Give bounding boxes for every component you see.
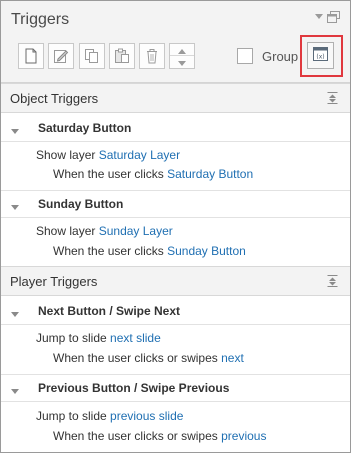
trigger-action-line[interactable]: Show layer Saturday Layer: [36, 148, 180, 162]
edit-trigger-button[interactable]: [48, 43, 74, 69]
when-actor: user: [107, 351, 132, 365]
when-actor: user: [107, 167, 132, 181]
when-text: When the: [53, 351, 105, 365]
trigger-group-next-button[interactable]: Next Button / Swipe Next: [1, 298, 350, 324]
collapse-all-icon[interactable]: [327, 275, 338, 290]
move-trigger-stepper[interactable]: [169, 43, 195, 69]
trigger-object-name: Previous Button / Swipe Previous: [38, 381, 230, 395]
section-object-triggers[interactable]: Object Triggers: [1, 83, 350, 113]
divider: [1, 141, 350, 142]
when-object-link[interactable]: previous: [221, 429, 266, 443]
trigger-condition-line[interactable]: When the user clicks Sunday Button: [53, 244, 246, 258]
action-target-link[interactable]: previous slide: [110, 409, 183, 423]
trigger-condition-line[interactable]: When the user clicks Saturday Button: [53, 167, 253, 181]
when-object-link[interactable]: Saturday Button: [167, 167, 253, 181]
triggers-header: Triggers Group (x): [1, 1, 350, 83]
divider: [1, 217, 350, 218]
trigger-condition-line[interactable]: When the user clicks or swipes previous: [53, 429, 266, 443]
group-label: Group: [262, 49, 299, 64]
when-actor: user: [107, 244, 132, 258]
divider: [1, 401, 350, 402]
edit-icon: [53, 48, 69, 64]
collapse-caret-icon[interactable]: [11, 384, 19, 398]
paste-icon: [114, 48, 130, 64]
copy-trigger-button[interactable]: [79, 43, 105, 69]
svg-text:(x): (x): [316, 54, 324, 61]
section-title: Object Triggers: [10, 91, 99, 106]
action-target-link[interactable]: next slide: [110, 331, 161, 345]
when-object-link[interactable]: Sunday Button: [167, 244, 246, 258]
manage-variables-button[interactable]: (x): [307, 42, 334, 69]
variables-icon: (x): [312, 46, 329, 65]
trigger-action-line[interactable]: Jump to slide previous slide: [36, 409, 183, 423]
trigger-object-name: Sunday Button: [38, 197, 124, 211]
action-text: Show layer: [36, 224, 96, 238]
when-object-link[interactable]: next: [221, 351, 244, 365]
action-text: Jump to slide: [36, 331, 107, 345]
trigger-action-line[interactable]: Show layer Sunday Layer: [36, 224, 173, 238]
panel-title: Triggers: [11, 11, 70, 28]
triggers-panel: Triggers Group (x) Object Triggers Satur…: [0, 0, 351, 453]
when-event: clicks or swipes: [134, 429, 218, 443]
trigger-group-sunday-button[interactable]: Sunday Button: [1, 191, 350, 217]
action-text: Show layer: [36, 148, 96, 162]
collapse-all-icon[interactable]: [327, 92, 338, 107]
chevron-down-icon: [178, 55, 186, 69]
trigger-condition-line[interactable]: When the user clicks or swipes next: [53, 351, 244, 365]
trash-icon: [145, 48, 159, 64]
action-target-link[interactable]: Saturday Layer: [99, 148, 180, 162]
when-event: clicks: [134, 167, 164, 181]
delete-trigger-button[interactable]: [139, 43, 165, 69]
trigger-action-line[interactable]: Jump to slide next slide: [36, 331, 161, 345]
when-text: When the: [53, 167, 105, 181]
when-event: clicks: [134, 244, 164, 258]
group-checkbox[interactable]: [237, 48, 253, 64]
trigger-object-name: Saturday Button: [38, 121, 132, 135]
collapse-caret-icon[interactable]: [11, 124, 19, 138]
when-text: When the: [53, 244, 105, 258]
section-title: Player Triggers: [10, 274, 98, 289]
when-actor: user: [107, 429, 132, 443]
collapse-caret-icon[interactable]: [11, 200, 19, 214]
section-player-triggers[interactable]: Player Triggers: [1, 266, 350, 296]
action-text: Jump to slide: [36, 409, 107, 423]
trigger-group-saturday-button[interactable]: Saturday Button: [1, 115, 350, 141]
move-down-button[interactable]: [170, 56, 194, 68]
when-event: clicks or swipes: [134, 351, 218, 365]
float-panel-icon[interactable]: [327, 11, 340, 26]
new-trigger-button[interactable]: [18, 43, 44, 69]
copy-icon: [84, 48, 100, 64]
when-text: When the: [53, 429, 105, 443]
panel-menu-icon[interactable]: [314, 13, 324, 24]
trigger-object-name: Next Button / Swipe Next: [38, 304, 181, 318]
new-document-icon: [24, 48, 38, 64]
paste-trigger-button[interactable]: [109, 43, 135, 69]
action-target-link[interactable]: Sunday Layer: [99, 224, 173, 238]
collapse-caret-icon[interactable]: [11, 307, 19, 321]
divider: [1, 324, 350, 325]
trigger-group-previous-button[interactable]: Previous Button / Swipe Previous: [1, 375, 350, 401]
